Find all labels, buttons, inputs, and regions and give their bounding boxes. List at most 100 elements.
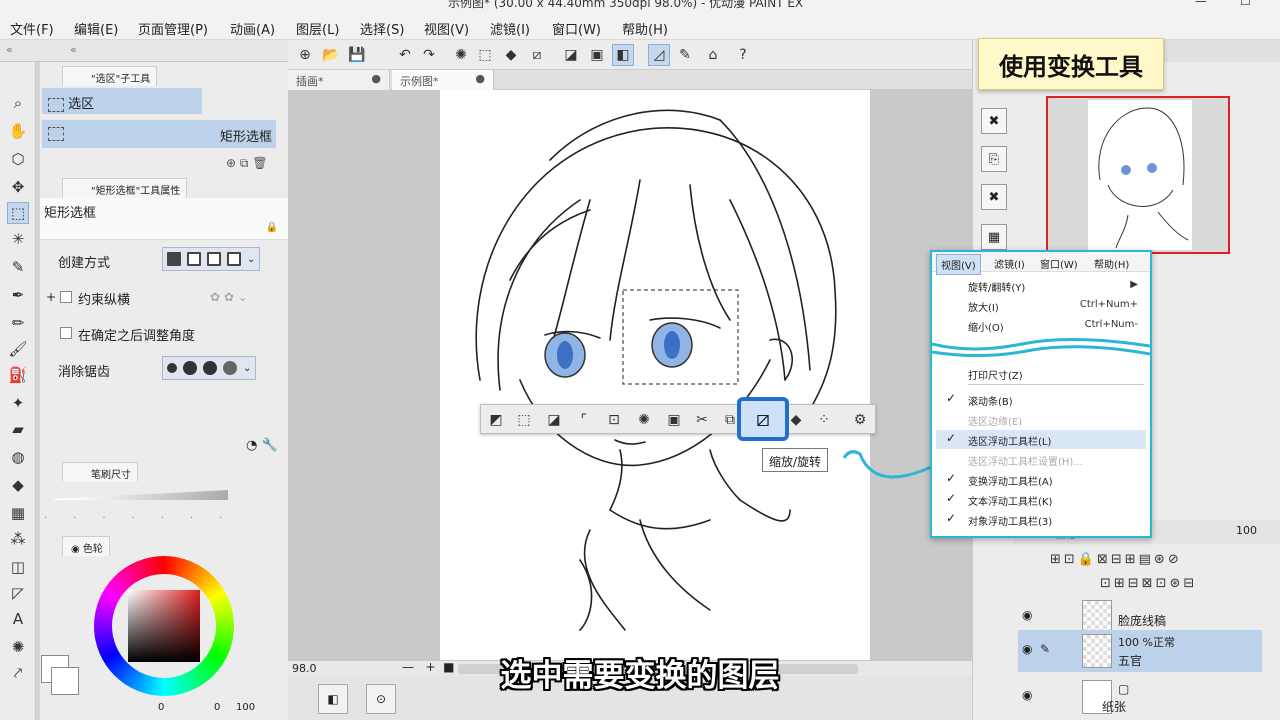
grid-icon[interactable]: ▦ [981,224,1007,250]
create-mode-buttons[interactable]: ⌄ [162,247,261,271]
lasso-icon[interactable]: ✺ [450,44,472,66]
view-menu-item[interactable]: ✓ 文本浮动工具栏(K) [936,490,1146,509]
rect-select-icon[interactable]: ⬚ [7,202,29,224]
clear-outside-icon[interactable]: ◪ [560,44,582,66]
expand-icon[interactable]: + [46,290,56,304]
intersect-selection-icon[interactable] [227,252,241,266]
view-menu-item[interactable]: ✓ 变换浮动工具栏(A) [936,470,1146,489]
move-icon[interactable]: ✥ [7,176,29,198]
pencil-icon[interactable]: ✏ [7,312,29,334]
chevron-down-icon[interactable]: ⌄ [243,363,251,374]
hand-icon[interactable]: ✋ [7,120,29,142]
settings-icon[interactable]: ⚙ [849,409,871,431]
canvas-paper[interactable] [440,90,870,660]
blend-icon[interactable]: ◍ [7,446,29,468]
close-icon[interactable]: ● [475,72,485,85]
subtool-item-rect[interactable]: 矩形选框 [42,120,276,148]
navigator-icon[interactable]: ◧ [318,684,348,714]
new-selection-icon[interactable] [167,252,181,266]
menu-view[interactable]: 视图(V) [424,19,469,38]
ruler-icon[interactable]: ◸ [7,582,29,604]
tool-icon[interactable]: ⌂ [702,44,724,66]
layer-row[interactable]: ◉ ✎ 100 %正常 五官 [1018,630,1262,672]
maximize-button[interactable]: ☐ [1240,0,1251,8]
scale-rotate-button[interactable]: ⧄ [737,397,789,441]
eye-icon[interactable]: ◉ [1022,688,1032,702]
view-menu-item[interactable]: 旋转/翻转(Y) ▶ [936,276,1146,295]
subtract-selection-icon[interactable] [207,252,221,266]
collapse-icon[interactable]: « [6,43,13,56]
menu-edit[interactable]: 编辑(E) [74,19,118,38]
aa-strong-icon[interactable] [223,361,237,375]
fill-selection-icon[interactable]: ▣ [663,409,685,431]
eye-icon[interactable]: ◉ [1022,608,1032,622]
opacity-value[interactable]: 100 [1236,524,1257,537]
menu-window[interactable]: 窗口(W) [552,19,601,38]
deselect-icon[interactable]: ⬚ [513,409,535,431]
adjust-angle-checkbox[interactable] [60,327,72,339]
constrain-options-icon[interactable]: ✿ ✿ ⌄ [210,290,248,304]
color-square[interactable] [128,590,200,662]
aa-mid-icon[interactable] [203,361,217,375]
view-menu-item[interactable]: 放大(I) Ctrl+Num+ [936,296,1146,315]
menu-header-view[interactable]: 视图(V) [936,254,981,275]
brush-icon[interactable]: ✎ [674,44,696,66]
clear-icon[interactable]: ▣ [586,44,608,66]
minimize-button[interactable]: — [1195,0,1207,8]
frame-icon[interactable]: ◫ [7,556,29,578]
menu-select[interactable]: 选择(S) [360,19,404,38]
lasso-icon[interactable]: ✺ [633,409,655,431]
eyedropper-icon[interactable]: ✎ [7,256,29,278]
menu-header-help[interactable]: 帮助(H) [1090,254,1133,273]
save-icon[interactable]: 💾 [346,44,368,66]
eraser-icon[interactable]: ▰ [7,418,29,440]
sub-color-swatch[interactable] [52,668,78,694]
eye-icon[interactable]: ◉ [1022,642,1032,656]
airbrush-icon[interactable]: ⛽ [7,364,29,386]
cross-icon[interactable]: ✖ [981,184,1007,210]
layer-tool-icons[interactable]: ⊡⊞⊟⊠⊡⊛⊟ [1100,576,1197,591]
transform-icon[interactable]: ⧄ [526,44,548,66]
open-icon[interactable]: 📂 [320,44,342,66]
menu-layer[interactable]: 图层(L) [296,19,339,38]
chevron-down-icon[interactable]: ⌄ [247,254,255,265]
constrain-checkbox[interactable] [60,291,72,303]
view-menu-item[interactable]: 打印尺寸(Z) [936,364,1146,383]
navigator-thumbnail[interactable] [1046,96,1230,254]
fill-icon[interactable]: ◆ [500,44,522,66]
expand-icon[interactable]: ⊡ [603,409,625,431]
text-icon[interactable]: A [7,608,29,630]
color-wheel-tab[interactable]: ◉ 色轮 [62,536,110,556]
tab-example[interactable]: 示例图* ● [392,70,494,90]
subtool-group-selection[interactable]: 选区 [42,88,202,114]
sparkle-icon[interactable]: ✦ [7,392,29,414]
cross-icon[interactable]: ✖ [981,108,1007,134]
magnifier-icon[interactable]: ⌕ [7,92,29,114]
brush-size-slider[interactable] [54,490,228,500]
undo-icon[interactable]: ↶ [394,44,416,66]
cube-icon[interactable]: ⬡ [7,148,29,170]
invert-icon[interactable]: ◧ [612,44,634,66]
menu-animation[interactable]: 动画(A) [230,19,275,38]
menu-header-window[interactable]: 窗口(W) [1036,254,1082,273]
view-menu-item[interactable]: ✓ 滚动条(B) [936,390,1146,409]
menu-filter[interactable]: 滤镜(I) [490,19,530,38]
magic-wand-icon[interactable]: ✳ [7,228,29,250]
help-icon[interactable]: ? [732,44,754,66]
close-icon[interactable]: ● [371,72,381,85]
pen-icon[interactable]: ✒ [7,284,29,306]
color-wheel[interactable] [94,556,234,696]
subtool-tab[interactable]: "选区"子工具 [62,66,158,86]
view-menu-item[interactable]: ✓ 对象浮动工具栏(3) [936,510,1146,529]
view-menu-item[interactable]: 选区边缘(E) [936,410,1146,429]
brush-size-tab[interactable]: 笔刷尺寸 [62,462,138,482]
layer-row[interactable]: ◉ ▢ 纸张 [1018,676,1262,718]
balloon-icon[interactable]: ✺ [7,636,29,658]
tool-settings-icon[interactable]: ◔ 🔧 [246,438,278,453]
add-selection-icon[interactable] [187,252,201,266]
view-menu-item[interactable]: 选区浮动工具栏设置(H)... [936,450,1146,469]
view-menu-item[interactable]: ✓ 选区浮动工具栏(L) [936,430,1146,449]
menu-help[interactable]: 帮助(H) [622,19,668,38]
layer-action-icons[interactable]: ⊞⊡🔒⊠⊟⊞▤⊛⊘ [1050,552,1182,567]
menu-header-filter[interactable]: 滤镜(I) [990,254,1029,273]
